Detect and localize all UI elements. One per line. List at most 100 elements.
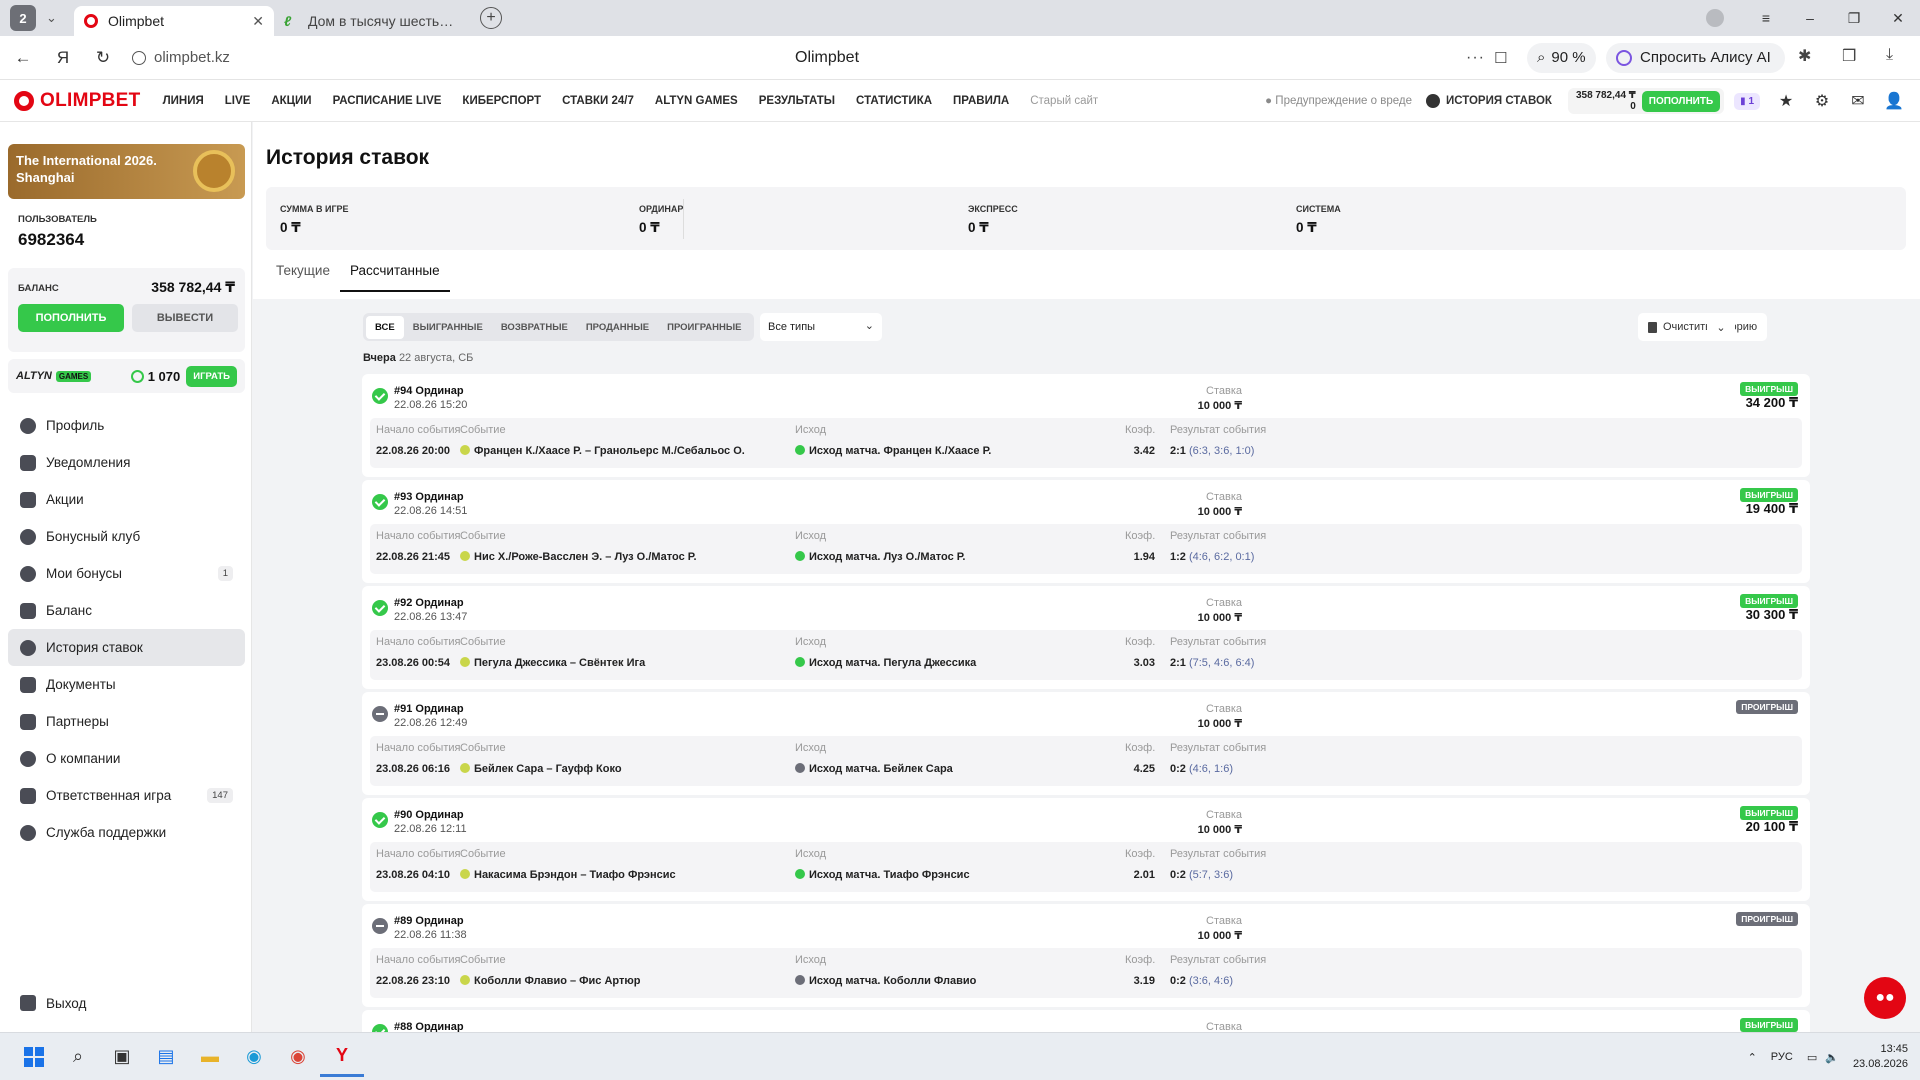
sidebar-item-documents[interactable]: Документы <box>8 666 245 703</box>
score: 0:2 <box>1170 975 1186 987</box>
profile-avatar-icon[interactable] <box>1706 9 1724 27</box>
bet-card[interactable]: #94 Ординар 22.08.26 15:20 Ставка 10 000 ₸ В… <box>362 374 1810 477</box>
clear-history-button[interactable]: Очистить историю <box>1638 313 1768 341</box>
bookmark-icon[interactable]: ☐ <box>1494 49 1507 67</box>
store-icon[interactable]: ▤ <box>144 1037 188 1077</box>
site-info-icon[interactable] <box>132 50 146 65</box>
olimpbet-logo[interactable]: OLIMPBET <box>14 90 141 112</box>
support-chat-button[interactable]: ●● <box>1864 977 1906 1019</box>
stat-single: ОРДИНАР 0 ₸ <box>639 204 683 236</box>
sidebar-item-notifications[interactable]: Уведомления <box>8 444 245 481</box>
new-tab-plus-icon[interactable]: + <box>480 7 502 29</box>
sidebar-item-profile[interactable]: Профиль <box>8 407 245 444</box>
filter-sold[interactable]: ПРОДАННЫЕ <box>577 316 658 339</box>
sidebar-item-partners[interactable]: Партнеры <box>8 703 245 740</box>
search-icon[interactable]: ⌕ <box>56 1037 100 1077</box>
bet-type-select[interactable]: Все типы ⌄ <box>760 313 882 341</box>
collections-icon[interactable]: ❒ <box>1842 46 1856 66</box>
bet-card[interactable]: #89 Ординар 22.08.26 11:38 Ставка 10 000 ₸ П… <box>362 904 1810 1007</box>
promo-banner[interactable]: The International 2026. Shanghai <box>8 144 245 199</box>
extensions-icon[interactable]: ✱ <box>1798 46 1811 66</box>
nav-live-schedule[interactable]: РАСПИСАНИЕ LIVE <box>333 95 442 107</box>
chrome-icon[interactable]: ◉ <box>276 1037 320 1077</box>
sidebar-item-bonus-club[interactable]: Бонусный клуб <box>8 518 245 555</box>
ask-alice-button[interactable]: Спросить Алису AI <box>1606 42 1785 73</box>
yandex-icon[interactable]: Я <box>46 48 80 68</box>
altyn-games-widget[interactable]: ALTYN GAMES 1 070 ИГРАТЬ <box>8 359 245 393</box>
task-view-icon[interactable]: ▣ <box>100 1037 144 1077</box>
event-name[interactable]: Францен К./Хаасе Р. – Гранольерс М./Себа… <box>460 445 745 457</box>
bet-history-link[interactable]: ИСТОРИЯ СТАВОК <box>1425 94 1552 108</box>
close-window-icon[interactable]: ✕ <box>1876 10 1920 27</box>
volume-icon[interactable]: 🔈 <box>1825 1051 1839 1064</box>
event-name[interactable]: Накасима Брэндон – Тиафо Фрэнсис <box>460 869 676 881</box>
reload-icon[interactable]: ↻ <box>86 48 120 68</box>
chevron-up-icon[interactable]: ⌃ <box>1748 1051 1757 1064</box>
logout-link[interactable]: Выход <box>20 995 86 1011</box>
filter-lost[interactable]: ПРОИГРАННЫЕ <box>658 316 750 339</box>
sidebar-item-promos[interactable]: Акции <box>8 481 245 518</box>
deposit-button[interactable]: ПОПОЛНИТЬ <box>18 304 124 332</box>
nav-line[interactable]: ЛИНИЯ <box>163 95 204 107</box>
tab-settled[interactable]: Рассчитанные <box>339 257 450 292</box>
windows-start-icon[interactable] <box>12 1037 56 1077</box>
close-icon[interactable]: ✕ <box>252 13 264 30</box>
tab-current[interactable]: Текущие <box>266 257 340 292</box>
bet-card[interactable]: #90 Ординар 22.08.26 12:11 Ставка 10 000 ₸ В… <box>362 798 1810 901</box>
filter-won[interactable]: ВЫИГРАННЫЕ <box>404 316 492 339</box>
bet-card[interactable]: #91 Ординар 22.08.26 12:49 Ставка 10 000 ₸ П… <box>362 692 1810 795</box>
nav-esports[interactable]: КИБЕРСПОРТ <box>462 95 541 107</box>
chat-bubble-icon: ●● <box>1875 989 1895 1006</box>
bet-card[interactable]: #93 Ординар 22.08.26 14:51 Ставка 10 000 ₸ В… <box>362 480 1810 583</box>
nav-statistics[interactable]: СТАТИСТИКА <box>856 95 932 107</box>
star-icon[interactable]: ★ <box>1768 91 1804 111</box>
menu-icon[interactable]: ≡ <box>1744 10 1788 26</box>
edge-icon[interactable]: ◉ <box>232 1037 276 1077</box>
browser-tab-olimpbet[interactable]: Olimpbet ✕ <box>74 6 274 36</box>
sidebar-item-about[interactable]: О компании <box>8 740 245 777</box>
event-name[interactable]: Нис Х./Роже-Васслен Э. – Луз О./Матос Р. <box>460 551 697 563</box>
nav-altyn-games[interactable]: ALTYN GAMES <box>655 95 738 107</box>
nav-rules[interactable]: ПРАВИЛА <box>953 95 1009 107</box>
filter-returned[interactable]: ВОЗВРАТНЫЕ <box>492 316 577 339</box>
language-indicator[interactable]: РУС <box>1771 1051 1793 1063</box>
altyn-play-button[interactable]: ИГРАТЬ <box>186 365 237 387</box>
sidebar-item-responsible-gaming[interactable]: Ответственная игра 147 <box>8 777 245 814</box>
sidebar-item-balance[interactable]: Баланс <box>8 592 245 629</box>
filter-all[interactable]: ВСЕ <box>366 315 404 339</box>
download-icon[interactable]: ⤓ <box>1886 46 1893 64</box>
clock[interactable]: 13:45 23.08.2026 <box>1853 1042 1908 1072</box>
sidebar-item-my-bonuses[interactable]: Мои бонусы 1 <box>8 555 245 592</box>
zoom-indicator[interactable]: ⌕ 90 % <box>1527 42 1596 73</box>
notifications-badge[interactable]: ▮ 1 <box>1734 92 1760 110</box>
event-name[interactable]: Бейлек Сара – Гауфф Коко <box>460 763 622 775</box>
nav-live[interactable]: LIVE <box>225 95 251 107</box>
more-dots-icon[interactable]: ··· <box>1466 49 1485 67</box>
bet-card[interactable]: #92 Ординар 22.08.26 13:47 Ставка 10 000 ₸ В… <box>362 586 1810 689</box>
harm-warning-link[interactable]: ● Предупреждение о вреде <box>1265 95 1412 107</box>
browser-tab-second[interactable]: ℓ Дом в тысячу шестьсот э <box>274 6 470 36</box>
folder-icon[interactable]: ▬ <box>188 1037 232 1077</box>
user-icon[interactable]: 👤 <box>1876 91 1912 111</box>
nav-promos[interactable]: АКЦИИ <box>271 95 311 107</box>
nav-results[interactable]: РЕЗУЛЬТАТЫ <box>759 95 835 107</box>
minimize-icon[interactable]: – <box>1788 10 1832 26</box>
event-name[interactable]: Коболли Флавио – Фис Артюр <box>460 975 641 987</box>
withdraw-button[interactable]: ВЫВЕСТИ <box>132 304 238 332</box>
network-icon[interactable]: ▭ <box>1807 1051 1817 1064</box>
gear-icon[interactable]: ⚙ <box>1804 91 1840 111</box>
chat-icon[interactable]: ✉ <box>1840 91 1876 111</box>
chevron-down-icon[interactable]: ⌄ <box>46 10 66 26</box>
sidebar-item-bet-history[interactable]: История ставок <box>8 629 245 666</box>
header-deposit-button[interactable]: ПОПОЛНИТЬ <box>1641 90 1721 112</box>
back-arrow-icon[interactable]: ← <box>6 48 40 68</box>
restore-icon[interactable]: ❐ <box>1832 10 1876 27</box>
sidebar-item-support[interactable]: Служба поддержки <box>8 814 245 851</box>
nav-old-site[interactable]: Старый сайт <box>1030 95 1098 107</box>
collapse-all-button[interactable]: ⌄ <box>1707 313 1735 341</box>
event-name[interactable]: Пегула Джессика – Свёнтек Ига <box>460 657 645 669</box>
nav-bets-247[interactable]: СТАВКИ 24/7 <box>562 95 634 107</box>
yandex-browser-icon[interactable]: Y <box>320 1037 364 1077</box>
tab-count-badge[interactable]: 2 <box>10 5 36 31</box>
stake-value: 10 000 ₸ <box>1197 718 1242 730</box>
